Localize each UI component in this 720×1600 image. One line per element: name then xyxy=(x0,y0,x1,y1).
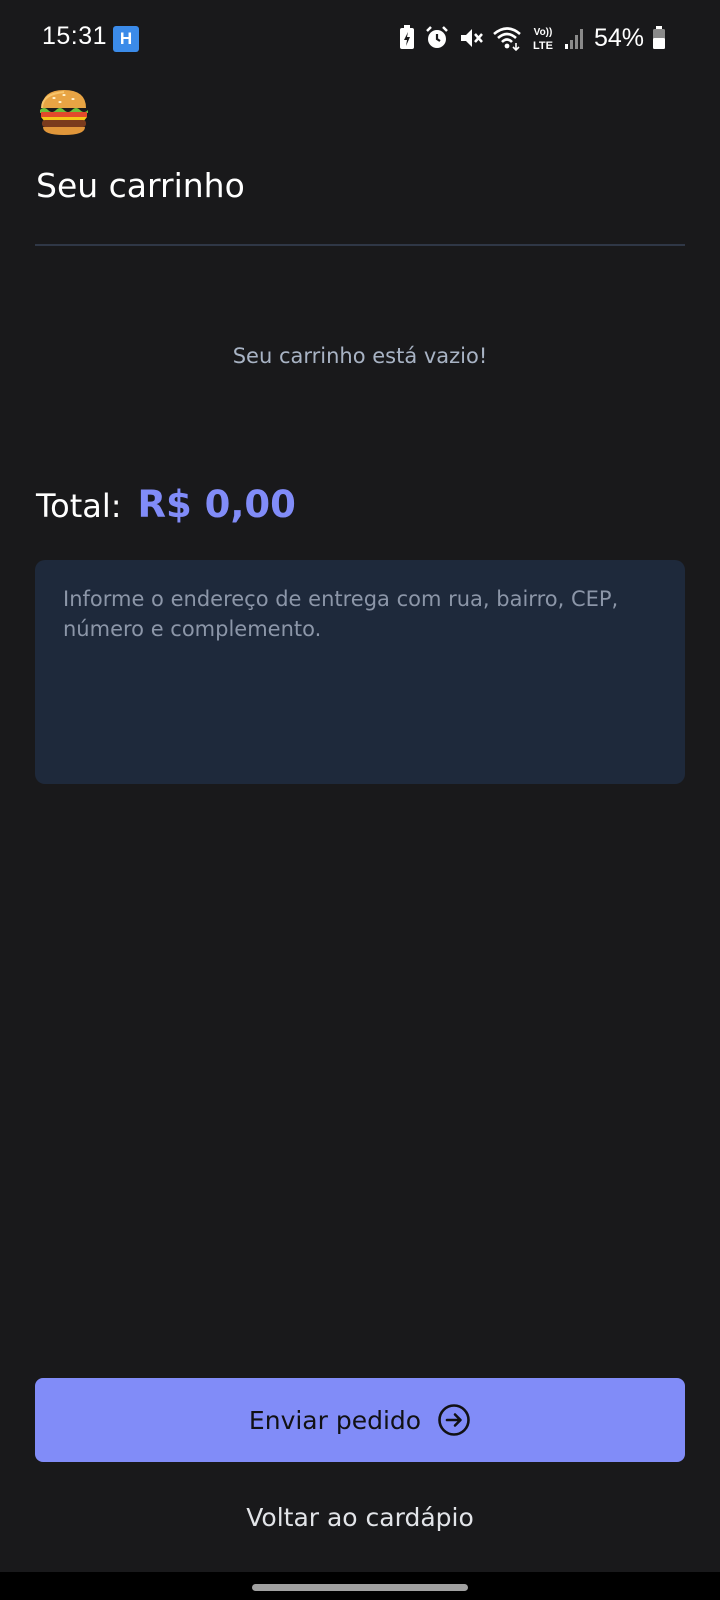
header-divider xyxy=(35,244,685,246)
battery-saver-icon xyxy=(399,25,414,49)
status-time: 15:31 xyxy=(42,22,108,50)
mute-icon xyxy=(460,29,483,47)
volte-icon: Vo)) LTE xyxy=(533,27,553,52)
total-label: Total: xyxy=(36,487,122,525)
send-order-button[interactable]: Enviar pedido xyxy=(35,1378,685,1462)
arrow-right-circle-icon xyxy=(438,1404,470,1436)
volte-bottom-text: LTE xyxy=(533,40,553,52)
back-to-menu-link[interactable]: Voltar ao cardápio xyxy=(0,1503,720,1532)
battery-percent: 54% xyxy=(593,23,644,52)
send-order-label: Enviar pedido xyxy=(248,1405,422,1435)
signal-icon xyxy=(564,29,583,49)
total-row: Total: R$ 0,00 xyxy=(36,483,296,526)
alarm-icon xyxy=(426,26,448,48)
status-icons: Vo)) LTE 54% xyxy=(398,20,666,56)
empty-cart-message: Seu carrinho está vazio! xyxy=(232,344,488,368)
total-value: R$ 0,00 xyxy=(137,483,296,526)
cart-screen: 15:31 H Vo)) LTE 54% Seu carrinho Seu ca… xyxy=(0,0,720,1600)
home-indicator[interactable] xyxy=(252,1584,468,1591)
burger-icon xyxy=(40,90,88,135)
battery-icon xyxy=(653,26,665,49)
page-title: Seu carrinho xyxy=(36,166,245,205)
status-bar: 15:31 H Vo)) LTE 54% xyxy=(0,0,720,78)
volte-top-text: Vo)) xyxy=(534,27,553,38)
app-notification-icon: H xyxy=(113,26,139,52)
delivery-address-input[interactable] xyxy=(35,560,685,784)
wifi-icon xyxy=(493,27,521,51)
